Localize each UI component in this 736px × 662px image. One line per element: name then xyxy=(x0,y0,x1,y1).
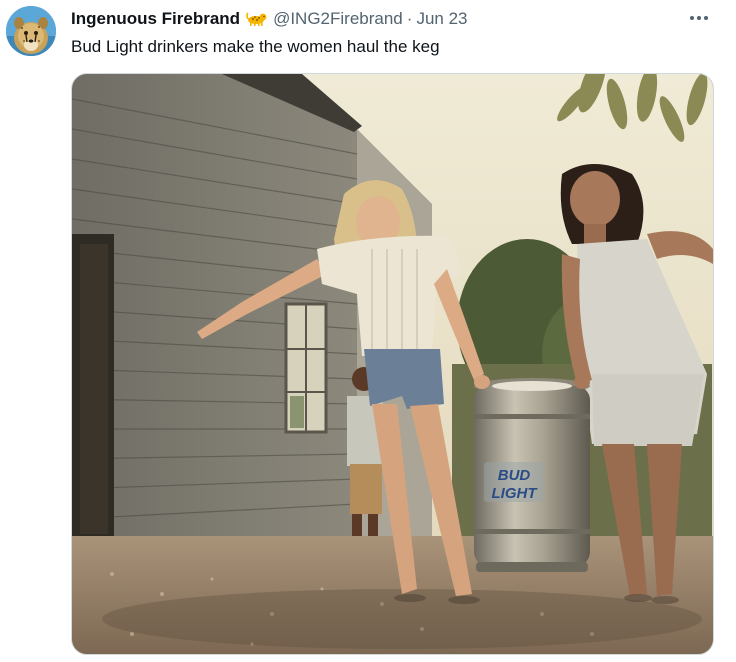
keg-logo-line1: BUD xyxy=(498,467,531,484)
tweet: Ingenuous Firebrand @ING2Firebrand · Jun… xyxy=(0,0,736,662)
display-name[interactable]: Ingenuous Firebrand xyxy=(71,8,240,30)
more-options-button[interactable] xyxy=(684,6,714,30)
separator-dot: · xyxy=(406,9,413,28)
avatar[interactable] xyxy=(6,6,56,56)
tweet-header: Ingenuous Firebrand @ING2Firebrand · Jun… xyxy=(71,8,467,30)
media-image: BUD LIGHT xyxy=(72,74,713,654)
tweet-date[interactable]: Jun 23 xyxy=(416,8,467,30)
keg-logo-line2: LIGHT xyxy=(492,485,539,502)
author-handle[interactable]: @ING2Firebrand xyxy=(273,8,403,30)
keg: BUD LIGHT xyxy=(474,378,590,572)
cheetah-avatar-icon xyxy=(6,6,56,56)
more-dots-icon xyxy=(690,16,708,20)
tweet-media[interactable]: BUD LIGHT xyxy=(71,73,714,655)
leopard-emoji-icon xyxy=(246,10,268,28)
tweet-text: Bud Light drinkers make the women haul t… xyxy=(71,37,440,56)
